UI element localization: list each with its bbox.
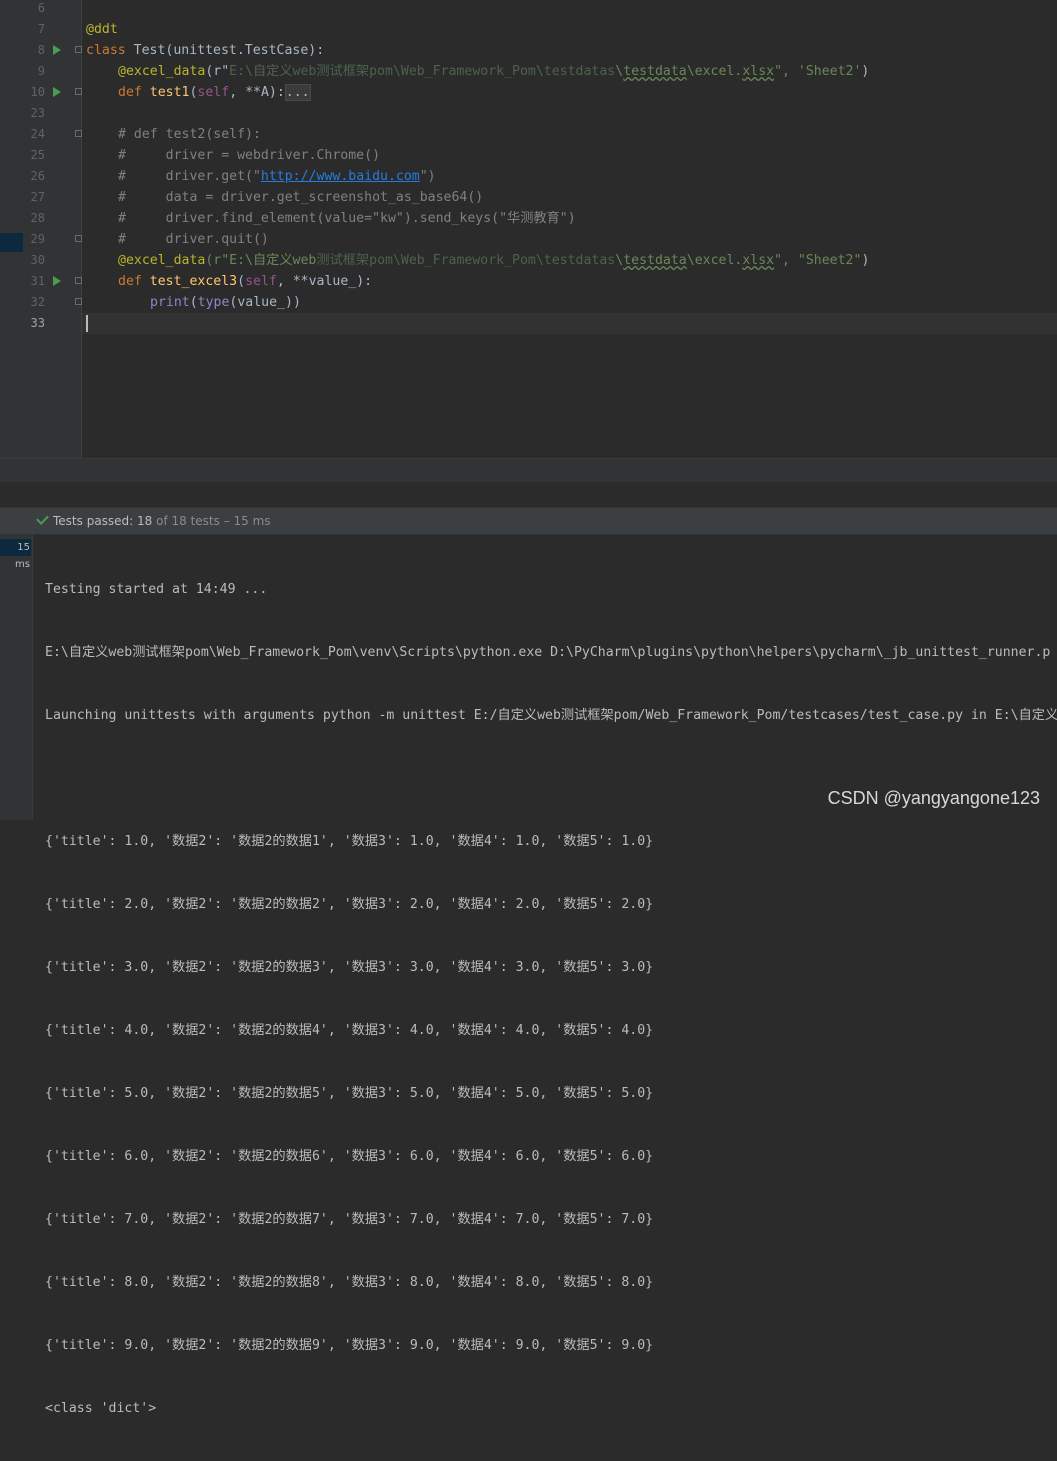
console-line: Testing started at 14:49 ...	[45, 582, 268, 597]
console-line: {'title': 9.0, '数据2': '数据2的数据9', '数据3': …	[45, 1338, 654, 1353]
code-editor[interactable]: 6 7 8 9 10 23 24 25 26 27 28 29 30 31 32…	[0, 0, 1057, 458]
code-line-9: @excel_data(r"E:\自定义web测试框架pom\Web_Frame…	[118, 64, 870, 79]
line-number: 33	[30, 316, 45, 330]
code-line-28: # driver.find_element(value="kw").send_k…	[118, 211, 576, 226]
fold-icon[interactable]	[75, 235, 82, 242]
line-number: 28	[30, 211, 45, 225]
fold-icon[interactable]	[75, 277, 82, 284]
code-line-30: @excel_data(r"E:\自定义web测试框架pom\Web_Frame…	[118, 253, 870, 268]
test-status-bar: Tests passed: 18 of 18 tests – 15 ms	[0, 507, 1057, 535]
test-tree-strip: 15 ms	[0, 534, 33, 820]
panel-splitter[interactable]	[0, 458, 1057, 483]
line-number: 8	[37, 43, 45, 57]
line-number: 25	[30, 148, 45, 162]
line-number: 24	[30, 127, 45, 141]
console-line: {'title': 5.0, '数据2': '数据2的数据5', '数据3': …	[45, 1086, 654, 1101]
console-line: {'title': 2.0, '数据2': '数据2的数据2', '数据3': …	[45, 897, 654, 912]
fold-icon[interactable]	[75, 298, 82, 305]
console-line: {'title': 4.0, '数据2': '数据2的数据4', '数据3': …	[45, 1023, 654, 1038]
console-line: E:\自定义web测试框架pom\Web_Framework_Pom\venv\…	[45, 645, 1051, 660]
run-tool-window: Tests passed: 18 of 18 tests – 15 ms 15 …	[0, 482, 1057, 1416]
current-line-highlight	[82, 313, 1057, 334]
line-number: 30	[30, 253, 45, 267]
console-line: Launching unittests with arguments pytho…	[45, 708, 1057, 723]
comment-url-link[interactable]: http://www.baidu.com	[261, 169, 420, 184]
line-number: 27	[30, 190, 45, 204]
run-test-icon[interactable]	[53, 87, 61, 97]
code-line-24: # def test2(self):	[118, 127, 261, 142]
fold-icon[interactable]	[75, 88, 82, 95]
code-line-25: # driver = webdriver.Chrome()	[118, 148, 381, 163]
line-number: 6	[37, 1, 45, 15]
check-icon	[36, 512, 49, 525]
fold-icon[interactable]	[75, 130, 82, 137]
line-number: 29	[30, 232, 45, 246]
code-line-8: class Test(unittest.TestCase):	[86, 43, 325, 58]
test-status-text: Tests passed: 18 of 18 tests – 15 ms	[53, 514, 271, 528]
console-line: {'title': 7.0, '数据2': '数据2的数据7', '数据3': …	[45, 1212, 654, 1227]
code-line-10: def test1(self, **A):...	[118, 84, 311, 101]
line-number: 7	[37, 22, 45, 36]
editor-left-strip	[0, 0, 23, 458]
code-line-32: print(type(value_))	[150, 295, 301, 310]
bookmark-marker	[0, 233, 23, 252]
test-duration-badge[interactable]: 15 ms	[0, 539, 31, 570]
watermark: CSDN @yangyangone123	[827, 788, 1040, 808]
console-line: {'title': 6.0, '数据2': '数据2的数据6', '数据3': …	[45, 1149, 654, 1164]
folded-code-placeholder[interactable]: ...	[284, 84, 311, 101]
text-caret	[86, 315, 88, 332]
code-line-26: # driver.get("http://www.baidu.com")	[118, 169, 436, 184]
line-number: 31	[30, 274, 45, 288]
console-output[interactable]: Testing started at 14:49 ... E:\自定义web测试…	[45, 537, 1057, 1461]
console-line: {'title': 1.0, '数据2': '数据2的数据1', '数据3': …	[45, 834, 654, 849]
code-line-29: # driver.quit()	[118, 232, 269, 247]
run-test-icon[interactable]	[53, 45, 61, 55]
line-number: 23	[30, 106, 45, 120]
run-test-icon[interactable]	[53, 276, 61, 286]
code-line-27: # data = driver.get_screenshot_as_base64…	[118, 190, 484, 205]
console-line: {'title': 8.0, '数据2': '数据2的数据8', '数据3': …	[45, 1275, 654, 1290]
code-line-7: @ddt	[86, 22, 118, 37]
console-line: <class 'dict'>	[45, 1401, 157, 1416]
code-line-31: def test_excel3(self, **value_):	[118, 274, 373, 289]
fold-icon[interactable]	[75, 46, 82, 53]
line-number: 9	[37, 64, 45, 78]
console-line: {'title': 3.0, '数据2': '数据2的数据3', '数据3': …	[45, 960, 654, 975]
line-number: 32	[30, 295, 45, 309]
line-number: 26	[30, 169, 45, 183]
line-number: 10	[30, 85, 45, 99]
